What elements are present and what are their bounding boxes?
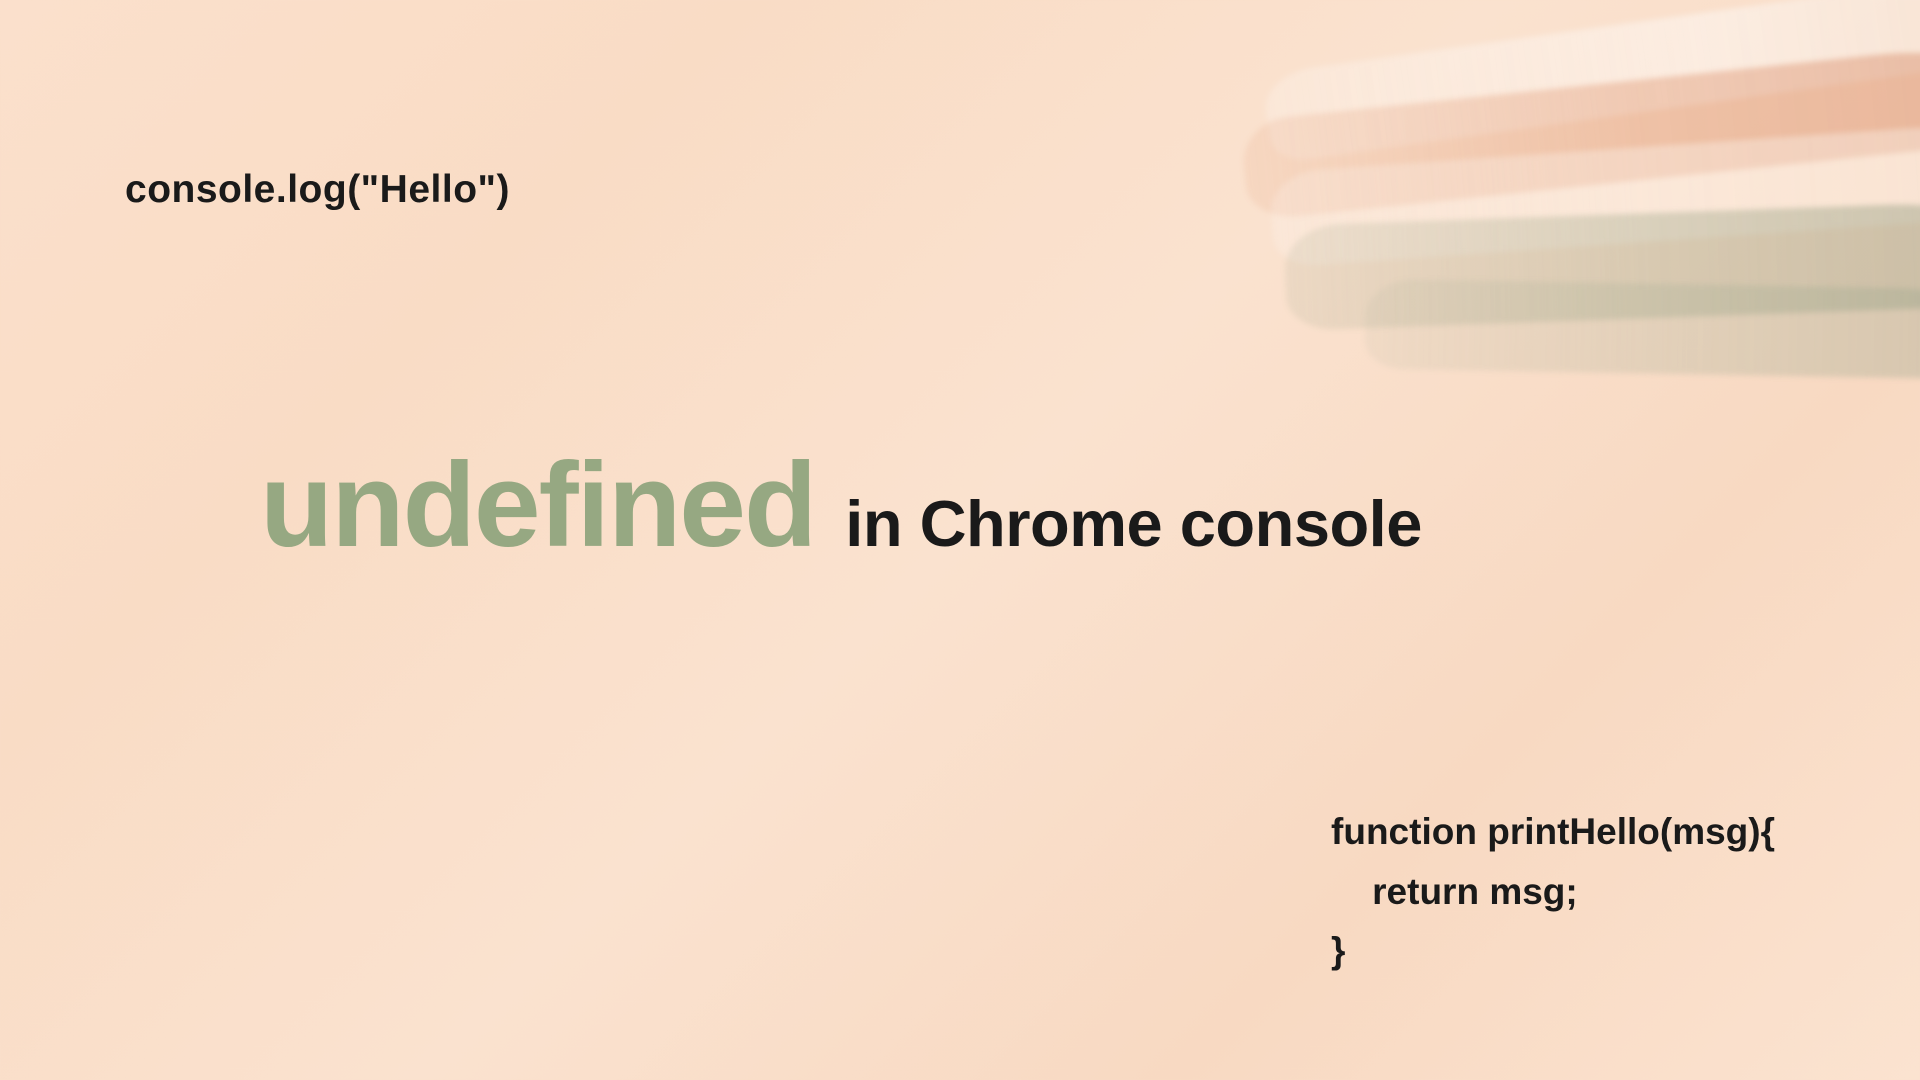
brush-stroke-terracotta bbox=[1239, 40, 1920, 221]
decorative-brush-strokes bbox=[1080, 0, 1920, 460]
main-title: undefined in Chrome console bbox=[260, 445, 1422, 565]
brush-stroke-sage-2 bbox=[1364, 279, 1920, 380]
brush-stroke-sage-1 bbox=[1284, 200, 1920, 331]
title-rest-text: in Chrome console bbox=[845, 486, 1422, 561]
brush-stroke-white-2 bbox=[1269, 120, 1920, 268]
title-highlighted-word: undefined bbox=[260, 445, 815, 565]
code-snippet-bottom: function printHello(msg){ return msg; } bbox=[1331, 802, 1775, 980]
brush-stroke-white-1 bbox=[1261, 0, 1920, 164]
code-snippet-top: console.log("Hello") bbox=[125, 168, 510, 212]
